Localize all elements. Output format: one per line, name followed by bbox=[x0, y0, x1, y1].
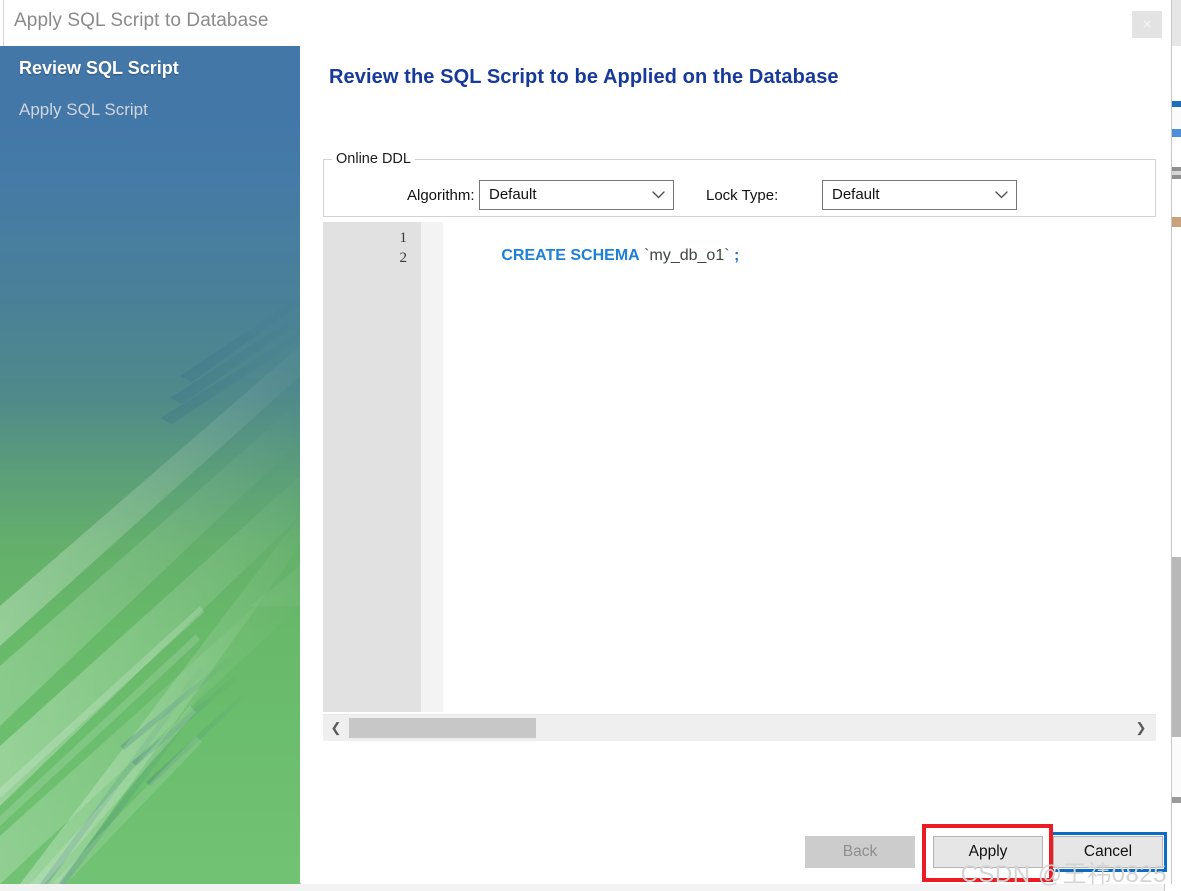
scroll-right-icon[interactable]: ❯ bbox=[1130, 715, 1152, 741]
algorithm-label: Algorithm: bbox=[407, 187, 475, 204]
sql-keyword-token: CREATE SCHEMA bbox=[501, 247, 640, 264]
line-number: 1 bbox=[399, 230, 408, 246]
sidebar-decoration bbox=[0, 46, 300, 884]
line-number-gutter: 1 2 bbox=[323, 222, 421, 712]
online-ddl-group: Online DDL Algorithm: Default Lock Type:… bbox=[323, 151, 1156, 217]
page-title: Review the SQL Script to be Applied on t… bbox=[329, 66, 839, 88]
cancel-button[interactable]: Cancel bbox=[1053, 836, 1163, 868]
lock-type-label: Lock Type: bbox=[706, 187, 779, 204]
close-icon[interactable]: × bbox=[1132, 11, 1162, 38]
sql-identifier-token: `my_db_o1` bbox=[644, 247, 730, 264]
apply-button[interactable]: Apply bbox=[933, 836, 1043, 868]
sidebar-item-label: Apply SQL Script bbox=[19, 100, 148, 119]
back-button[interactable]: Back bbox=[805, 836, 915, 868]
sql-punctuation-token: ; bbox=[734, 247, 740, 264]
code-line: CREATE SCHEMA `my_db_o1` ; bbox=[448, 229, 739, 283]
sidebar-item-label: Review SQL Script bbox=[19, 58, 179, 78]
title-bar-left-edge bbox=[0, 0, 4, 46]
lock-type-select[interactable]: Default bbox=[822, 180, 1017, 210]
main-content: Review the SQL Script to be Applied on t… bbox=[301, 46, 1171, 884]
online-ddl-legend: Online DDL bbox=[332, 151, 415, 167]
lock-type-value: Default bbox=[832, 186, 880, 203]
chevron-down-icon bbox=[652, 191, 665, 199]
window-title: Apply SQL Script to Database bbox=[14, 10, 269, 31]
title-bar: Apply SQL Script to Database × bbox=[0, 0, 1171, 46]
sql-script-editor[interactable]: 1 2 CREATE SCHEMA `my_db_o1` ; ❮ ❯ bbox=[323, 222, 1156, 741]
apply-sql-script-dialog: Apply SQL Script to Database × Review SQ… bbox=[0, 0, 1172, 884]
app-root: Apply SQL Script to Database × Review SQ… bbox=[0, 0, 1181, 891]
sidebar-item-apply-sql-script[interactable]: Apply SQL Script bbox=[0, 100, 300, 120]
scrollbar-thumb[interactable] bbox=[349, 718, 536, 738]
sidebar-item-review-sql-script[interactable]: Review SQL Script bbox=[0, 58, 300, 79]
editor-horizontal-scrollbar[interactable]: ❮ ❯ bbox=[323, 714, 1156, 741]
algorithm-value: Default bbox=[489, 186, 537, 203]
wizard-sidebar: Review SQL Script Apply SQL Script bbox=[0, 46, 300, 884]
editor-marker-strip bbox=[421, 222, 443, 712]
algorithm-select[interactable]: Default bbox=[479, 180, 674, 210]
chevron-down-icon bbox=[995, 191, 1008, 199]
sql-code-area[interactable]: CREATE SCHEMA `my_db_o1` ; bbox=[443, 222, 1156, 712]
line-number: 2 bbox=[399, 250, 408, 266]
scroll-left-icon[interactable]: ❮ bbox=[325, 715, 347, 741]
